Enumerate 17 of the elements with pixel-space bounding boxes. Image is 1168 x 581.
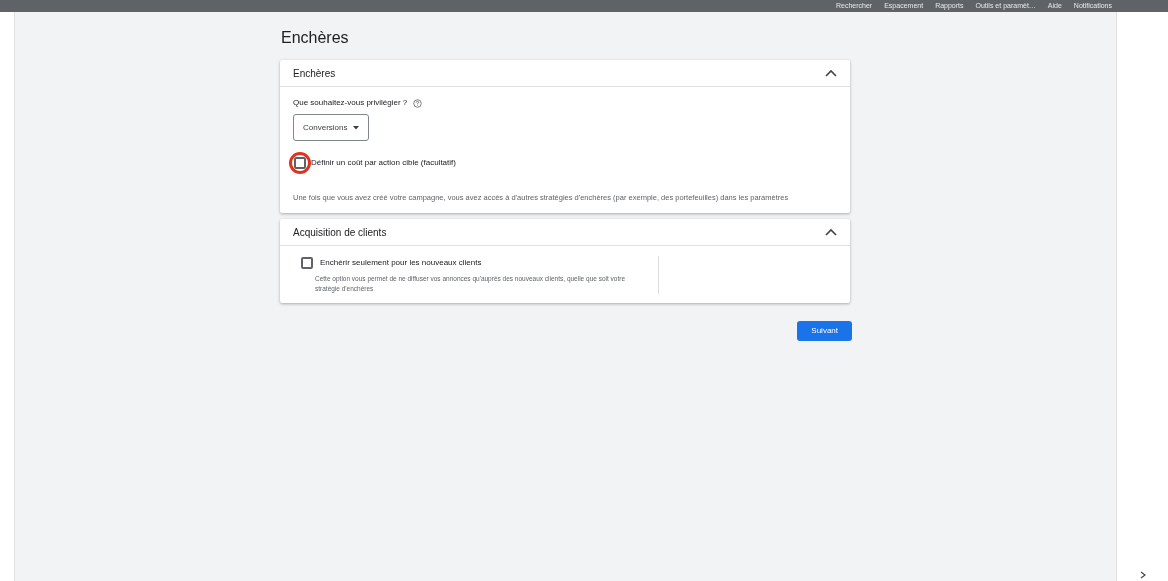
help-icon[interactable]	[413, 98, 423, 108]
panel-header[interactable]: Enchères	[280, 60, 850, 87]
page-title: Enchères	[281, 28, 349, 48]
panel-header[interactable]: Acquisition de clients	[280, 219, 850, 247]
checkbox[interactable]	[294, 157, 306, 169]
panel-title: Acquisition de clients	[293, 225, 387, 240]
next-button[interactable]: Suivant	[797, 321, 852, 342]
checkbox-label: Définir un coût par action cible (facultatif)	[311, 157, 456, 169]
chevron-right-icon[interactable]	[1139, 571, 1146, 579]
chevron-up-icon[interactable]	[825, 228, 837, 237]
dropdown-button[interactable]: Conversions	[293, 114, 370, 141]
checkbox[interactable]	[301, 257, 313, 270]
caret-icon	[353, 125, 360, 130]
panel-title: Enchères	[293, 66, 336, 81]
chevron-up-icon[interactable]	[825, 69, 837, 77]
question-label: Que souhaitez-vous privilégier ?	[293, 97, 408, 109]
checkbox-label: Enchérir seulement pour les nouveaux clients	[320, 257, 482, 270]
